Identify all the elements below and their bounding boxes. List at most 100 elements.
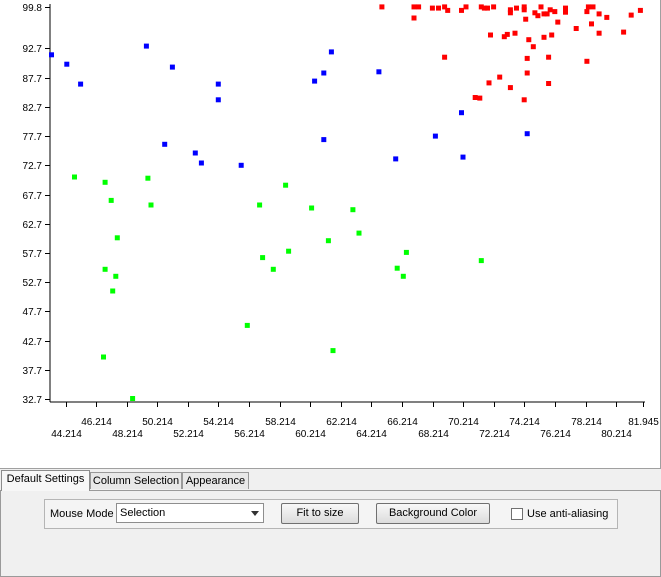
data-point[interactable]	[596, 11, 602, 17]
background-color-button[interactable]: Background Color	[376, 503, 490, 524]
data-point[interactable]	[330, 348, 336, 354]
data-point[interactable]	[215, 81, 221, 87]
data-point[interactable]	[101, 354, 106, 360]
data-point[interactable]	[411, 4, 417, 10]
data-point[interactable]	[416, 4, 422, 10]
fit-to-size-button[interactable]: Fit to size	[281, 503, 359, 524]
data-point[interactable]	[429, 5, 435, 11]
mouse-mode-select[interactable]: Selection	[116, 503, 264, 523]
data-point[interactable]	[110, 288, 116, 294]
data-point[interactable]	[102, 179, 108, 185]
data-point[interactable]	[244, 322, 250, 328]
data-point[interactable]	[512, 30, 518, 36]
data-point[interactable]	[72, 174, 77, 180]
data-point[interactable]	[198, 160, 204, 166]
data-point[interactable]	[283, 182, 289, 188]
data-point[interactable]	[145, 175, 151, 181]
data-point[interactable]	[356, 230, 362, 236]
data-point[interactable]	[526, 37, 532, 43]
scatter-plot-area[interactable]: 99.8 92.7 87.7 82.7 77.7 72.7 67.7 62.7 57.7 52.7…	[0, 0, 661, 469]
data-point[interactable]	[215, 97, 221, 103]
data-point[interactable]	[257, 202, 263, 208]
data-point[interactable]	[544, 11, 550, 17]
data-point[interactable]	[260, 255, 266, 261]
data-point[interactable]	[130, 396, 136, 401]
data-point[interactable]	[628, 12, 634, 18]
data-point[interactable]	[113, 273, 119, 279]
tab-default-settings[interactable]: Default Settings	[1, 470, 90, 491]
data-point[interactable]	[604, 14, 610, 20]
data-point[interactable]	[379, 4, 385, 10]
data-point[interactable]	[286, 248, 292, 254]
data-point[interactable]	[585, 4, 591, 10]
data-point[interactable]	[530, 44, 536, 50]
data-point[interactable]	[270, 266, 276, 272]
data-point[interactable]	[524, 55, 530, 61]
data-point[interactable]	[521, 97, 527, 103]
data-point[interactable]	[549, 32, 555, 38]
data-point[interactable]	[535, 13, 541, 19]
data-point[interactable]	[143, 43, 149, 49]
data-point[interactable]	[546, 81, 552, 86]
tab-appearance[interactable]: Appearance	[182, 472, 249, 489]
data-point[interactable]	[504, 31, 510, 37]
data-point[interactable]	[108, 197, 114, 203]
data-point[interactable]	[403, 249, 409, 255]
data-point[interactable]	[497, 74, 503, 80]
data-point[interactable]	[312, 78, 318, 84]
data-point[interactable]	[459, 7, 464, 13]
data-point[interactable]	[460, 154, 466, 160]
data-point[interactable]	[459, 110, 464, 116]
data-point[interactable]	[584, 9, 590, 15]
data-point[interactable]	[148, 202, 154, 208]
data-point[interactable]	[589, 21, 594, 27]
data-point[interactable]	[472, 95, 478, 100]
tab-column-selection[interactable]: Column Selection	[90, 472, 182, 489]
data-point[interactable]	[590, 4, 596, 10]
data-point[interactable]	[486, 80, 492, 86]
data-point[interactable]	[325, 238, 331, 244]
data-point[interactable]	[192, 150, 198, 156]
data-point[interactable]	[321, 70, 327, 76]
data-point[interactable]	[169, 64, 175, 70]
data-point[interactable]	[621, 29, 627, 35]
data-point[interactable]	[563, 9, 568, 15]
data-point[interactable]	[507, 10, 513, 16]
data-point[interactable]	[162, 141, 168, 147]
data-point[interactable]	[546, 54, 552, 60]
data-point[interactable]	[584, 58, 590, 64]
data-point[interactable]	[538, 4, 544, 10]
anti-aliasing-checkbox[interactable]	[511, 508, 523, 520]
data-point[interactable]	[376, 69, 382, 75]
data-point[interactable]	[541, 34, 547, 40]
data-point[interactable]	[436, 5, 441, 11]
data-point[interactable]	[350, 207, 356, 213]
data-point[interactable]	[555, 19, 561, 25]
data-point[interactable]	[523, 16, 529, 22]
data-point[interactable]	[102, 266, 108, 272]
data-point[interactable]	[49, 52, 54, 58]
data-point[interactable]	[552, 9, 558, 15]
data-point[interactable]	[524, 131, 530, 137]
data-point[interactable]	[514, 5, 519, 11]
data-point[interactable]	[491, 4, 497, 10]
data-point[interactable]	[477, 95, 483, 101]
data-point[interactable]	[393, 156, 399, 162]
data-point[interactable]	[442, 54, 448, 60]
data-point[interactable]	[445, 7, 451, 13]
data-point[interactable]	[394, 265, 400, 271]
data-point[interactable]	[328, 49, 334, 55]
data-point[interactable]	[238, 162, 244, 168]
data-point[interactable]	[596, 30, 602, 36]
scatter-chart[interactable]: 99.8 92.7 87.7 82.7 77.7 72.7 67.7 62.7 57.7 52.7…	[0, 0, 660, 468]
data-point[interactable]	[321, 137, 327, 143]
data-point[interactable]	[400, 273, 406, 279]
data-point[interactable]	[637, 7, 643, 13]
data-point[interactable]	[478, 258, 484, 264]
data-point[interactable]	[524, 70, 530, 76]
data-point[interactable]	[64, 61, 70, 67]
data-point[interactable]	[521, 7, 527, 13]
data-point[interactable]	[432, 133, 438, 139]
data-point[interactable]	[485, 5, 490, 11]
data-point[interactable]	[309, 205, 315, 211]
